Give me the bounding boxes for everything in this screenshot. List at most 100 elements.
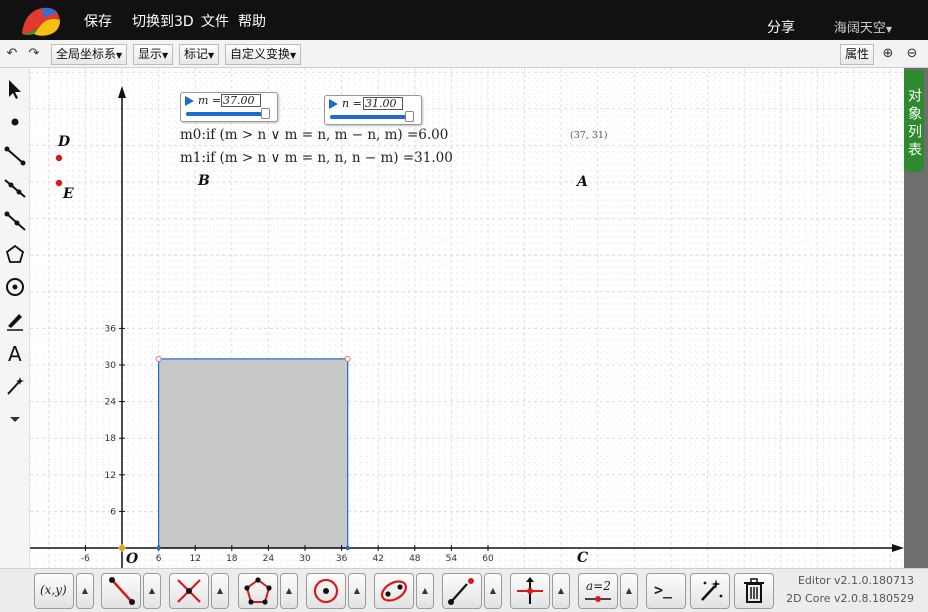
coordinate-plane[interactable]: -6 6 12 18 24 30 36 42 48 54 60 6 12 18 24 30 36 bbox=[30, 68, 904, 568]
y-tick-label: 12 bbox=[105, 471, 116, 481]
menu-switch-3d[interactable]: 切换到3D bbox=[132, 11, 194, 31]
chevron-down-icon: ▼ bbox=[162, 51, 169, 60]
expand-arrow-icon[interactable]: ▲ bbox=[76, 573, 94, 609]
expand-arrow-icon[interactable]: ▲ bbox=[416, 573, 434, 609]
slider-m-track[interactable] bbox=[186, 112, 265, 116]
slider-m-value[interactable]: 37.00 bbox=[221, 94, 261, 107]
text-tool-icon[interactable]: A bbox=[3, 341, 27, 365]
intersect-button[interactable] bbox=[169, 573, 209, 609]
segment-button[interactable] bbox=[101, 573, 141, 609]
coordinate-label-a: (37, 31) bbox=[570, 130, 608, 141]
chevron-down-icon: ▼ bbox=[116, 51, 123, 60]
expand-arrow-icon[interactable]: ▲ bbox=[211, 573, 229, 609]
circle-button[interactable] bbox=[306, 573, 346, 609]
x-tick-label: 54 bbox=[446, 554, 458, 564]
mark-dropdown[interactable]: 标记▼ bbox=[179, 44, 220, 65]
rectangle-polygon bbox=[158, 358, 349, 549]
line-tool-icon[interactable] bbox=[3, 176, 27, 200]
zoom-in-icon[interactable]: ⊕ bbox=[878, 44, 898, 64]
geometry-canvas[interactable]: -6 6 12 18 24 30 36 42 48 54 60 6 12 18 24 30 36 m = 37.… bbox=[30, 68, 904, 568]
menu-save[interactable]: 保存 bbox=[84, 11, 112, 31]
svg-text:A: A bbox=[8, 342, 22, 365]
magic-icon bbox=[701, 579, 723, 601]
y-tick-label: 24 bbox=[105, 398, 117, 408]
redo-icon[interactable]: ↷ bbox=[24, 44, 44, 64]
x-tick-label: 48 bbox=[409, 554, 421, 564]
share-button[interactable]: 分享 bbox=[767, 17, 795, 37]
chevron-down-icon: ▼ bbox=[208, 51, 215, 60]
point-c bbox=[345, 545, 350, 551]
delete-button[interactable] bbox=[734, 573, 774, 609]
expand-arrow-icon[interactable]: ▲ bbox=[280, 573, 298, 609]
slider-m[interactable]: m = 37.00 bbox=[180, 92, 278, 122]
point-d bbox=[55, 154, 63, 162]
undo-icon[interactable]: ↶ bbox=[2, 44, 22, 64]
select-arrow-icon[interactable] bbox=[3, 77, 27, 101]
zoom-out-icon[interactable]: ⊖ bbox=[902, 44, 922, 64]
expand-arrow-icon[interactable]: ▲ bbox=[484, 573, 502, 609]
transform-dropdown[interactable]: 自定义变换▼ bbox=[225, 44, 302, 65]
x-axis-arrow bbox=[892, 544, 904, 552]
expand-arrow-icon[interactable]: ▲ bbox=[620, 573, 638, 609]
point-label-d: D bbox=[58, 134, 71, 150]
circle-icon bbox=[313, 578, 339, 604]
play-icon[interactable] bbox=[185, 96, 194, 106]
menu-file[interactable]: 文件 bbox=[201, 11, 229, 31]
point-label-e: E bbox=[63, 186, 74, 202]
circle-tool-icon[interactable] bbox=[3, 275, 27, 299]
slider-n-knob[interactable] bbox=[404, 111, 414, 122]
formula-m0[interactable]: m0:if (m > n ∨ m = n, m − n, m) =6.00 bbox=[180, 127, 448, 143]
menu-help[interactable]: 帮助 bbox=[238, 11, 266, 31]
slider-n-track[interactable] bbox=[330, 115, 409, 119]
coord-system-dropdown[interactable]: 全局坐标系▼ bbox=[51, 44, 128, 65]
expand-arrow-icon[interactable]: ▲ bbox=[143, 573, 161, 609]
magic-button[interactable] bbox=[690, 573, 730, 609]
expand-arrow-icon[interactable]: ▲ bbox=[552, 573, 570, 609]
expand-arrow-icon[interactable]: ▲ bbox=[348, 573, 366, 609]
point-e bbox=[55, 179, 63, 187]
y-tick-label: 6 bbox=[110, 507, 116, 517]
chevron-down-icon: ▼ bbox=[290, 51, 297, 60]
chevron-down-icon: ▼ bbox=[885, 25, 892, 34]
point-corner bbox=[156, 545, 161, 551]
segment-tool-icon[interactable] bbox=[3, 143, 27, 167]
more-tools-chevron-icon[interactable] bbox=[3, 407, 27, 431]
conic-button[interactable] bbox=[374, 573, 414, 609]
slider-n-value[interactable]: 31.00 bbox=[363, 97, 403, 110]
polygon-tool-icon[interactable] bbox=[3, 242, 27, 266]
x-tick-label: 60 bbox=[482, 554, 494, 564]
user-menu[interactable]: 海阔天空▼ bbox=[834, 17, 892, 36]
point-tool-icon[interactable] bbox=[3, 110, 27, 134]
coordinate-input-button[interactable]: (x,y) bbox=[34, 573, 74, 609]
transform-button[interactable] bbox=[510, 573, 550, 609]
intersect-icon bbox=[177, 579, 201, 603]
slider-n-label: n = bbox=[342, 97, 362, 110]
coordinate-input-icon: (x,y) bbox=[40, 583, 67, 597]
play-icon[interactable] bbox=[329, 99, 338, 109]
ray-button[interactable] bbox=[442, 573, 482, 609]
pen-tool-icon[interactable] bbox=[3, 308, 27, 332]
mark-label: 标记 bbox=[184, 47, 209, 61]
x-tick-label: -6 bbox=[81, 554, 90, 564]
command-button[interactable]: >_ bbox=[646, 573, 686, 609]
point-label-b: B bbox=[198, 173, 210, 189]
ray-icon bbox=[448, 578, 474, 605]
origin-label: O bbox=[126, 551, 139, 567]
transform-label: 自定义变换 bbox=[230, 47, 291, 61]
slider-n[interactable]: n = 31.00 bbox=[324, 95, 422, 125]
app-logo-icon[interactable] bbox=[18, 4, 62, 38]
ray-tool-icon[interactable] bbox=[3, 209, 27, 233]
formula-m1[interactable]: m1:if (m > n ∨ m = n, n, n − m) =31.00 bbox=[180, 150, 453, 166]
display-label: 显示 bbox=[138, 47, 163, 61]
display-dropdown[interactable]: 显示▼ bbox=[133, 44, 174, 65]
slider-button[interactable]: a=2 bbox=[578, 573, 618, 609]
x-tick-label: 18 bbox=[226, 554, 238, 564]
y-axis-arrow bbox=[118, 86, 126, 98]
slider-m-knob[interactable] bbox=[260, 108, 270, 119]
conic-icon bbox=[380, 580, 408, 602]
polygon-button[interactable] bbox=[238, 573, 278, 609]
properties-button[interactable]: 属性 bbox=[840, 44, 875, 65]
y-tick-label: 30 bbox=[105, 361, 117, 371]
magic-wand-icon[interactable] bbox=[3, 374, 27, 398]
object-list-tab[interactable]: 对象列表 bbox=[904, 70, 924, 172]
